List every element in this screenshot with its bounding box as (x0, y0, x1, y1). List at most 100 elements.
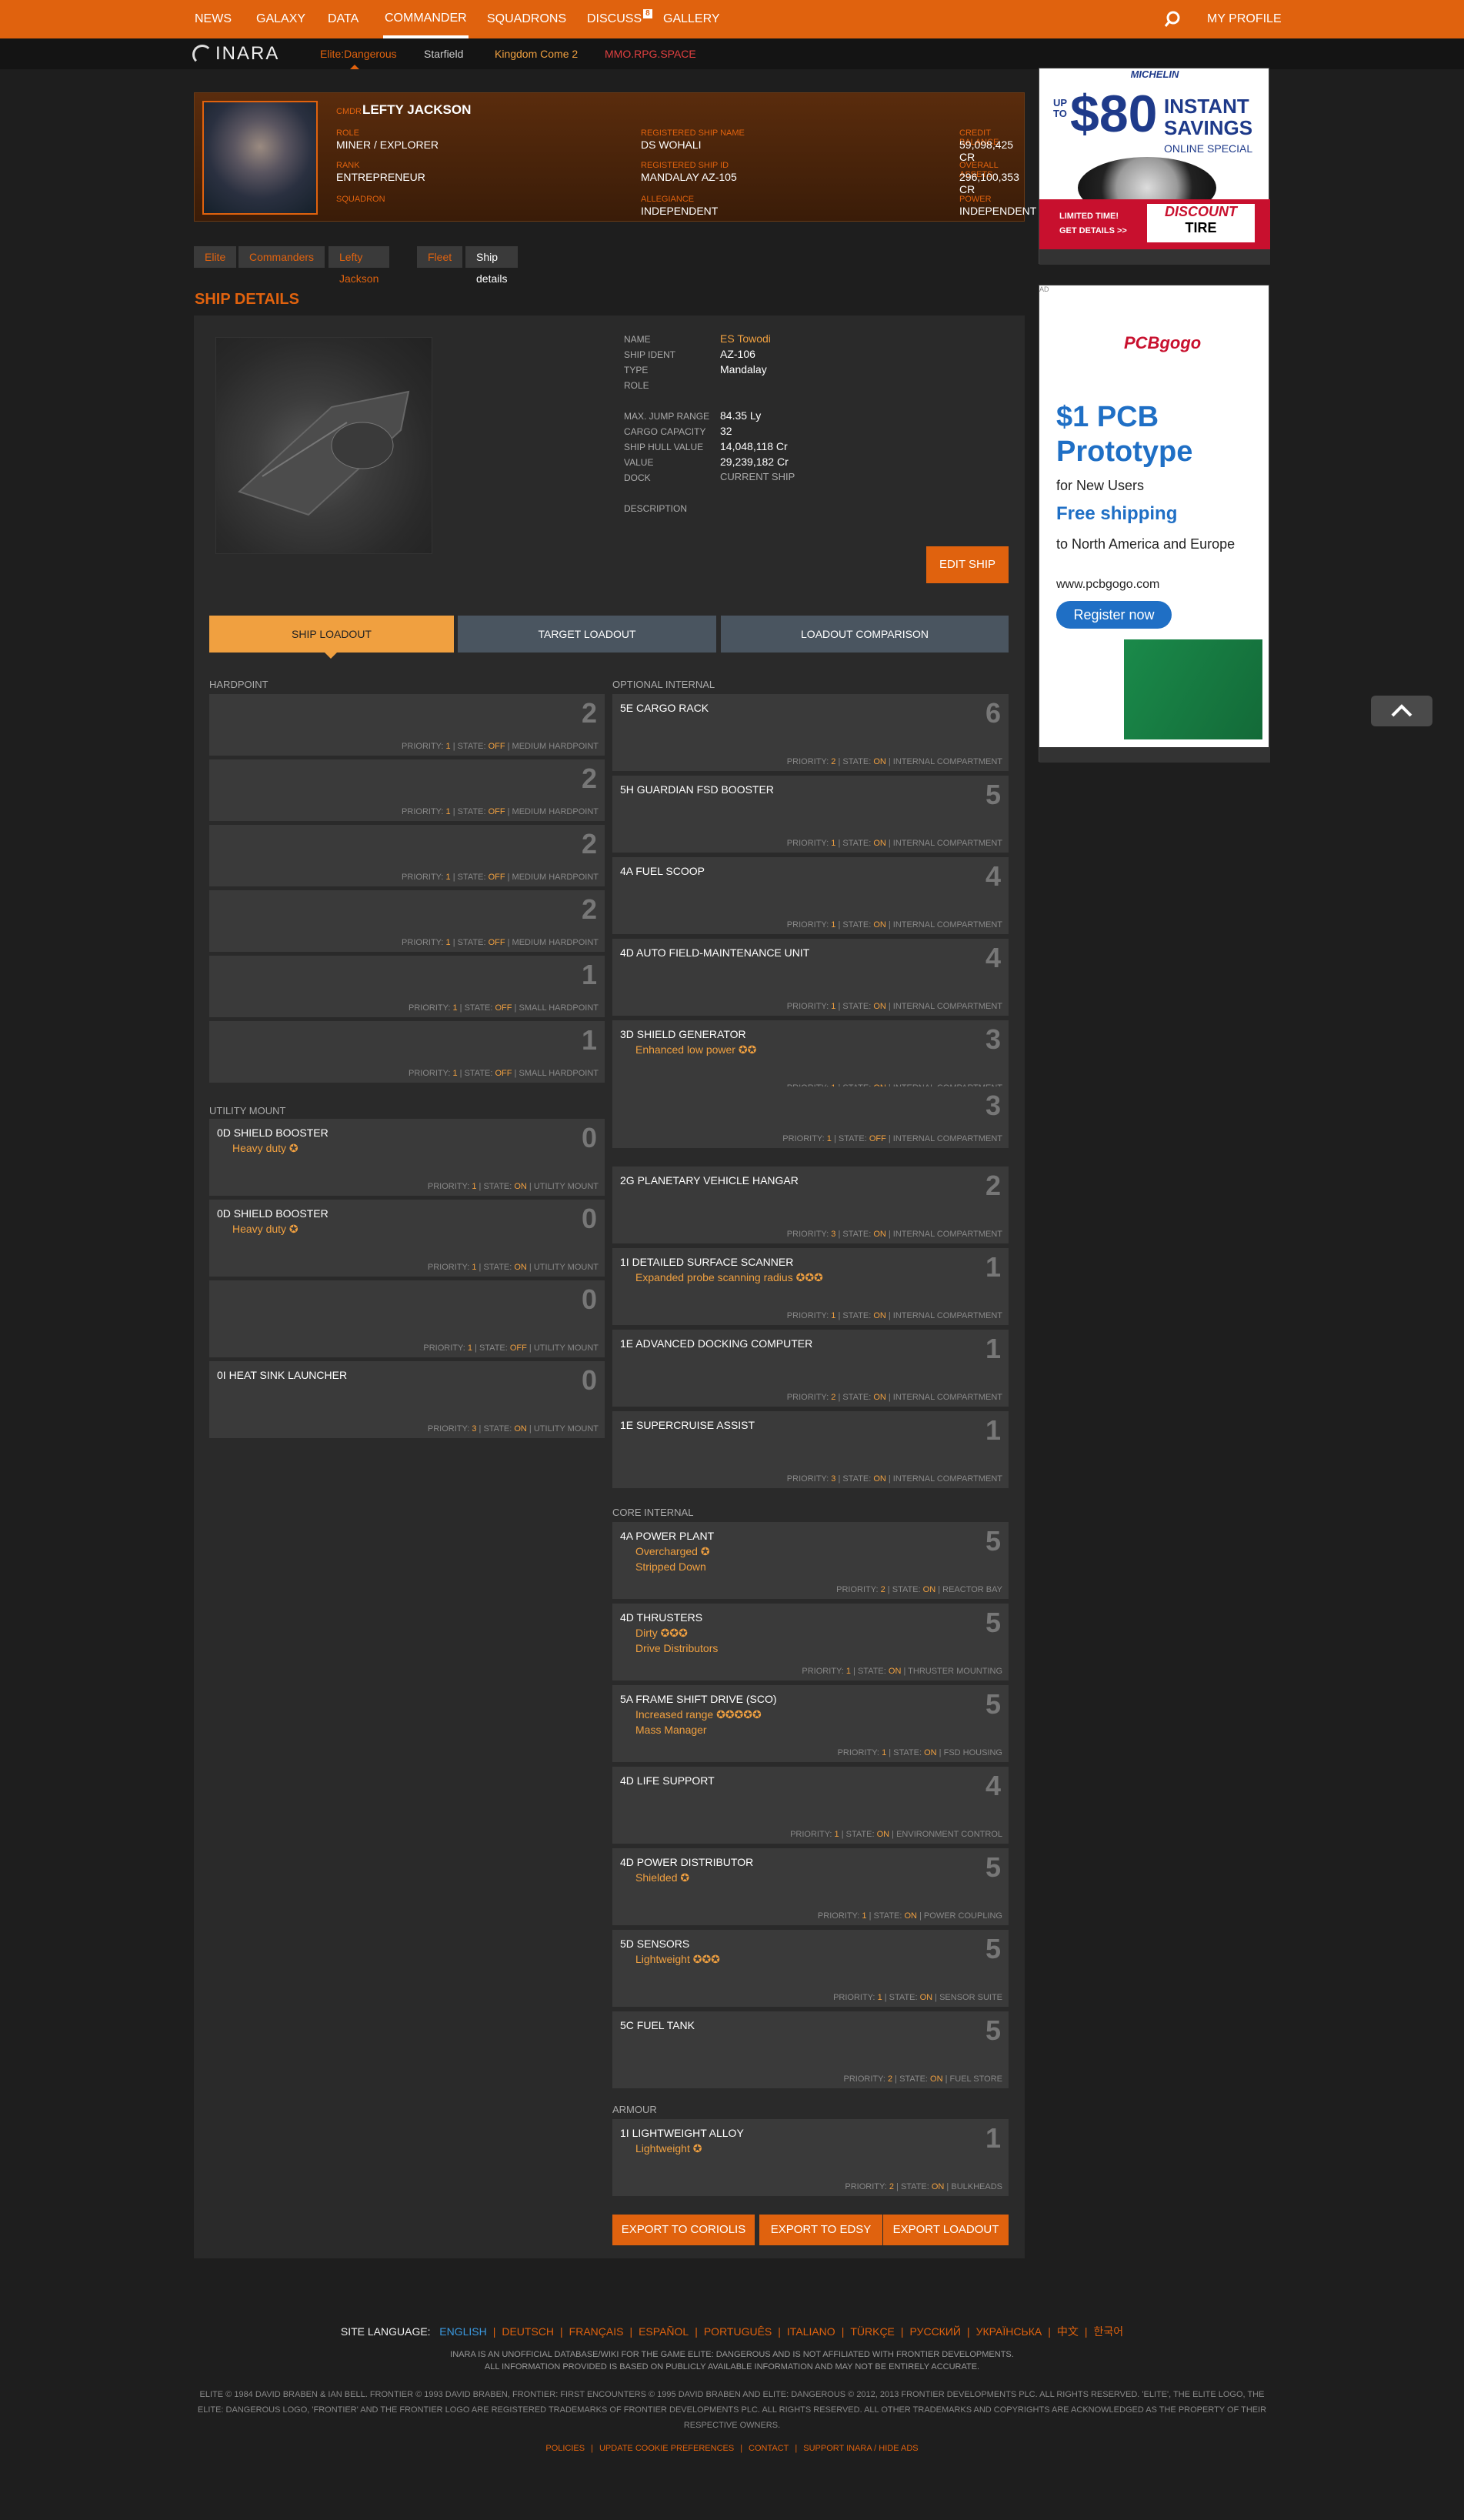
subnav-starfield[interactable]: Starfield (424, 38, 463, 69)
my-profile-link[interactable]: MY PROFILE (1206, 0, 1283, 38)
language-link[interactable]: ESPAÑOL (639, 2325, 689, 2338)
export-coriolis-button[interactable]: EXPORT TO CORIOLIS (612, 2215, 755, 2245)
language-link[interactable]: ENGLISH (439, 2325, 486, 2338)
state-label: STATE: (845, 1830, 875, 1839)
core-slot[interactable]: 5 4D POWER DISTRIBUTOR Shielded ✪ PRIORITY:… (612, 1848, 1009, 1925)
crumb-commander[interactable]: Lefty Jackson (328, 246, 390, 285)
language-link[interactable]: РУССКИЙ (910, 2325, 961, 2338)
advertisement-pcb[interactable]: AD PCBgogo $1 PCB Prototype for New User… (1039, 285, 1270, 763)
crumb-elite[interactable]: Elite (194, 246, 237, 268)
hardpoints-slot[interactable]: 2 PRIORITY: 1 | STATE: OFF | MEDIUM HARDP… (209, 890, 605, 952)
tab-target-loadout[interactable]: TARGET LOADOUT (458, 616, 716, 653)
optional-slot[interactable]: 1 1E ADVANCED DOCKING COMPUTER PRIORITY: 2… (612, 1330, 1009, 1407)
language-link[interactable]: УКРАЇНСЬКА (976, 2325, 1042, 2338)
core-slot[interactable]: 5 4A POWER PLANT Overcharged ✪ Stripped Dow… (612, 1522, 1009, 1599)
power-value: INDEPENDENT (959, 205, 1037, 217)
core-slot[interactable]: 5 5D SENSORS Lightweight ✪✪✪ PRIORITY: 1 | … (612, 1930, 1009, 2007)
priority-label: PRIORITY: (817, 1911, 860, 1921)
ad2-register-button[interactable]: Register now (1056, 601, 1172, 629)
ad2-board-image (1124, 639, 1262, 739)
nav-galaxy[interactable]: GALAXY (255, 0, 307, 38)
state-value: ON (876, 1830, 890, 1839)
utility-slot[interactable]: 0 0D SHIELD BOOSTER Heavy duty ✪ PRIORITY: … (209, 1200, 605, 1277)
optional-slot[interactable]: 6 5E CARGO RACK PRIORITY: 2 | STATE: ON | … (612, 694, 1009, 771)
hardpoints-slot[interactable]: 2 PRIORITY: 1 | STATE: OFF | MEDIUM HARDP… (209, 759, 605, 821)
optional-slot[interactable]: 1 1E SUPERCRUISE ASSIST PRIORITY: 3 | STAT… (612, 1411, 1009, 1488)
state-label: STATE: (842, 839, 872, 848)
hardpoints-slot[interactable]: 1 PRIORITY: 1 | STATE: OFF | SMALL HARDPO… (209, 956, 605, 1017)
language-link[interactable]: DEUTSCH (502, 2325, 554, 2338)
credit-value: 59,098,425 CR (959, 139, 1014, 163)
core-slot[interactable]: 5 4D THRUSTERS Dirty ✪✪✪ Drive Distributors… (612, 1604, 1009, 1681)
optional-slot[interactable]: 2 2G PLANETARY VEHICLE HANGAR PRIORITY: 3 … (612, 1167, 1009, 1243)
language-link[interactable]: ITALIANO (787, 2325, 835, 2338)
tab-ship-loadout[interactable]: SHIP LOADOUT (209, 616, 454, 653)
language-link[interactable]: FRANÇAIS (569, 2325, 624, 2338)
nav-squadrons[interactable]: SQUADRONS (485, 0, 568, 38)
optional-slot[interactable]: 4 4A FUEL SCOOP PRIORITY: 1 | STATE: ON | … (612, 857, 1009, 934)
language-link[interactable]: 한국어 (1093, 2325, 1123, 2338)
ship-name-value[interactable]: ES Towodi (720, 332, 771, 345)
language-link[interactable]: TÜRKÇE (850, 2325, 895, 2338)
module-name: 5H GUARDIAN FSD BOOSTER (620, 783, 774, 796)
search-icon[interactable] (1163, 10, 1182, 28)
allegiance-label: ALLEGIANCE (641, 195, 695, 204)
footer-link[interactable]: CONTACT (749, 2444, 789, 2453)
power-label: POWER (959, 195, 992, 204)
scroll-to-top-button[interactable] (1371, 696, 1432, 726)
engineering-blueprint: Heavy duty ✪ (232, 1223, 298, 1235)
ad2-h2: Prototype (1056, 436, 1193, 468)
edit-ship-button[interactable]: EDIT SHIP (926, 546, 1009, 583)
state-value: OFF (495, 1069, 512, 1078)
slot-type: THRUSTER MOUNTING (908, 1667, 1002, 1676)
footer-link[interactable]: SUPPORT INARA / HIDE ADS (803, 2444, 918, 2453)
state-label: STATE: (457, 742, 486, 751)
optional-slot[interactable]: 5 5H GUARDIAN FSD BOOSTER PRIORITY: 1 | ST… (612, 776, 1009, 853)
footer-link[interactable]: UPDATE COOKIE PREFERENCES (599, 2444, 734, 2453)
crumb-fleet[interactable]: Fleet (417, 246, 463, 268)
state-label: STATE: (842, 1311, 872, 1320)
hardpoints-slot[interactable]: 2 PRIORITY: 1 | STATE: OFF | MEDIUM HARDP… (209, 694, 605, 756)
module-name: 0D SHIELD BOOSTER (217, 1207, 328, 1220)
optional-slot[interactable]: 3 3D SHIELD GENERATOR Enhanced low power ✪… (612, 1020, 1009, 1097)
ad-label: AD (1039, 285, 1049, 293)
export-loadout-button[interactable]: EXPORT LOADOUT (883, 2215, 1009, 2245)
priority-value: 3 (831, 1230, 836, 1239)
state-value: ON (888, 1667, 902, 1676)
advertisement-tires[interactable]: MICHELIN UP TO $80 INSTANT SAVINGS ONLIN… (1039, 68, 1270, 265)
nav-data[interactable]: DATA (326, 0, 360, 38)
optional-slot[interactable]: 1 1I DETAILED SURFACE SCANNER Expanded pro… (612, 1248, 1009, 1325)
utility-slot[interactable]: 0 0D SHIELD BOOSTER Heavy duty ✪ PRIORITY: … (209, 1119, 605, 1196)
core-slot[interactable]: 4 4D LIFE SUPPORT PRIORITY: 1 | STATE: ON … (612, 1767, 1009, 1844)
module-name: 5E CARGO RACK (620, 702, 709, 714)
language-link[interactable]: PORTUGUÊS (704, 2325, 772, 2338)
subnav-mmorpgspace[interactable]: MMO.RPG.SPACE (605, 38, 696, 69)
armour-slot[interactable]: 1 1I LIGHTWEIGHT ALLOY Lightweight ✪ PRIORI… (612, 2119, 1009, 2196)
subnav-kingdom-come[interactable]: Kingdom Come 2 (495, 38, 578, 69)
crumb-commanders[interactable]: Commanders (238, 246, 325, 268)
core-slot[interactable]: 5 5A FRAME SHIFT DRIVE (SCO) Increased ran… (612, 1685, 1009, 1762)
nav-discuss[interactable]: DISCUSS 8 (585, 0, 654, 38)
logo-text: INARA (215, 43, 280, 64)
priority-label: PRIORITY: (427, 1182, 470, 1191)
optional-slot[interactable]: 3 PRIORITY: 1 | STATE: OFF | INTERNAL COM… (612, 1086, 1009, 1148)
footer-link[interactable]: POLICIES (545, 2444, 585, 2453)
slot-size: 5 (985, 779, 1001, 810)
utility-slot[interactable]: 0 0I HEAT SINK LAUNCHER PRIORITY: 3 | STAT… (209, 1361, 605, 1438)
priority-label: PRIORITY: (402, 807, 444, 816)
tab-loadout-comparison[interactable]: LOADOUT COMPARISON (721, 616, 1009, 653)
nav-commander[interactable]: COMMANDER (383, 0, 469, 38)
language-row: SITE LANGUAGE: ENGLISH | DEUTSCH | FRANÇAIS |… (340, 2325, 1124, 2338)
engineering-blueprint: Expanded probe scanning radius ✪✪✪ (635, 1271, 823, 1283)
inara-logo[interactable]: INARA (192, 42, 285, 66)
nav-gallery[interactable]: GALLERY (662, 0, 722, 38)
export-edsy-button[interactable]: EXPORT TO EDSY (759, 2215, 882, 2245)
language-link[interactable]: 中文 (1057, 2325, 1079, 2338)
utility-slot[interactable]: 0 PRIORITY: 1 | STATE: OFF | UTILITY MOUN… (209, 1280, 605, 1357)
nav-news[interactable]: NEWS (193, 0, 233, 38)
hardpoints-slot[interactable]: 1 PRIORITY: 1 | STATE: OFF | SMALL HARDPO… (209, 1021, 605, 1083)
hardpoints-slot[interactable]: 2 PRIORITY: 1 | STATE: OFF | MEDIUM HARDP… (209, 825, 605, 886)
optional-slot[interactable]: 4 4D AUTO FIELD-MAINTENANCE UNIT PRIORITY:… (612, 939, 1009, 1016)
core-slot[interactable]: 5 5C FUEL TANK PRIORITY: 2 | STATE: ON | F… (612, 2011, 1009, 2088)
ship-image (215, 337, 432, 554)
